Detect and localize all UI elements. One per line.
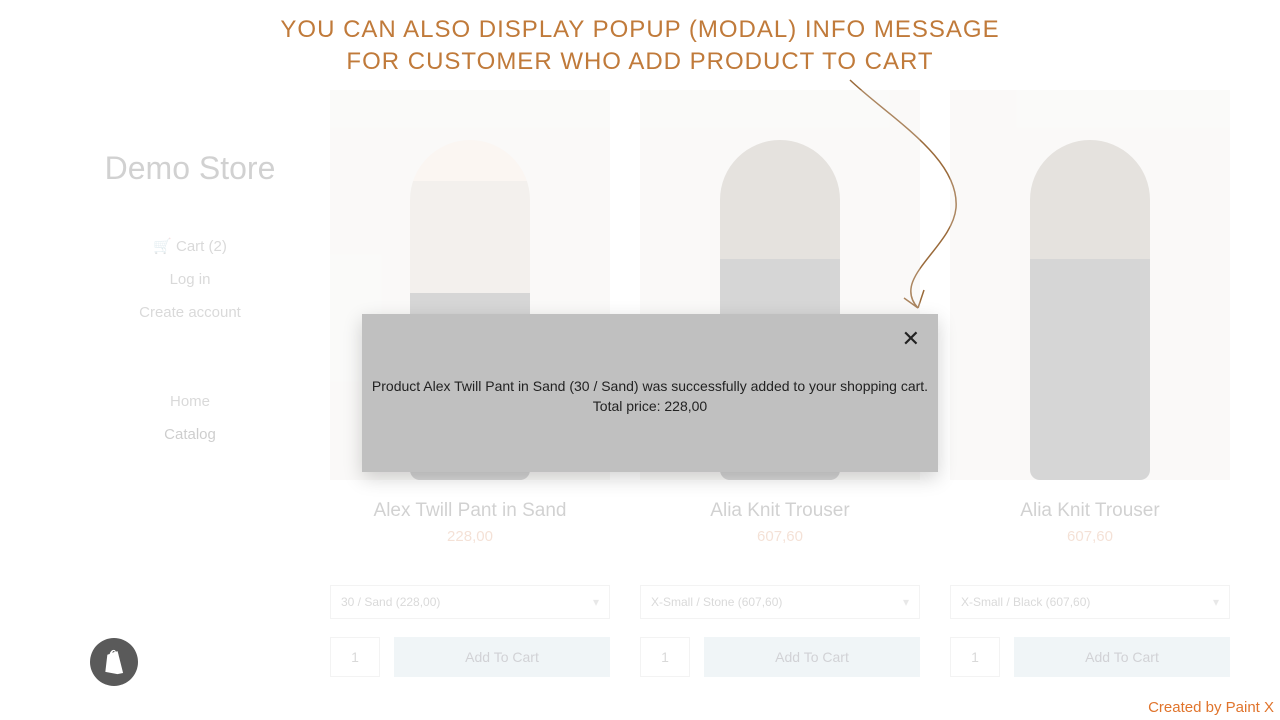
product-price: 228,00 (447, 528, 493, 545)
store-title: Demo Store (80, 150, 300, 187)
annotation-headline: YOU CAN ALSO DISPLAY POPUP (MODAL) INFO … (0, 14, 1280, 79)
quantity-input[interactable]: 1 (950, 637, 1000, 677)
variant-select[interactable]: X-Small / Black (607,60) (950, 585, 1230, 619)
add-to-cart-button[interactable]: Add To Cart (394, 637, 610, 677)
cart-link[interactable]: 🛒 Cart (2) (80, 237, 300, 255)
product-card: Alia Knit Trouser 607,60 X-Small / Black… (950, 90, 1230, 677)
shopify-badge-icon[interactable] (90, 638, 138, 686)
quantity-input[interactable]: 1 (640, 637, 690, 677)
add-to-cart-button[interactable]: Add To Cart (704, 637, 920, 677)
add-to-cart-button[interactable]: Add To Cart (1014, 637, 1230, 677)
modal-total: Total price: 228,00 (362, 396, 938, 416)
sidebar: Demo Store 🛒 Cart (2) Log in Create acco… (80, 150, 300, 459)
modal-message: Product Alex Twill Pant in Sand (30 / Sa… (362, 376, 938, 396)
nav-catalog[interactable]: Catalog (80, 426, 300, 443)
product-price: 607,60 (757, 528, 803, 545)
headline-line1: YOU CAN ALSO DISPLAY POPUP (MODAL) INFO … (0, 14, 1280, 46)
product-name[interactable]: Alex Twill Pant in Sand (374, 500, 567, 522)
variant-select[interactable]: X-Small / Stone (607,60) (640, 585, 920, 619)
nav-home[interactable]: Home (80, 393, 300, 410)
create-account-link[interactable]: Create account (80, 304, 300, 321)
product-price: 607,60 (1067, 528, 1113, 545)
quantity-input[interactable]: 1 (330, 637, 380, 677)
product-name[interactable]: Alia Knit Trouser (710, 500, 849, 522)
added-to-cart-modal: ✕ Product Alex Twill Pant in Sand (30 / … (362, 314, 938, 472)
product-name[interactable]: Alia Knit Trouser (1020, 500, 1159, 522)
headline-line2: FOR CUSTOMER WHO ADD PRODUCT TO CART (0, 46, 1280, 78)
credit-label: Created by Paint X (1148, 699, 1274, 716)
close-icon[interactable]: ✕ (902, 328, 920, 350)
product-image[interactable] (950, 90, 1230, 480)
modal-body: Product Alex Twill Pant in Sand (30 / Sa… (362, 376, 938, 417)
variant-select[interactable]: 30 / Sand (228,00) (330, 585, 610, 619)
login-link[interactable]: Log in (80, 271, 300, 288)
